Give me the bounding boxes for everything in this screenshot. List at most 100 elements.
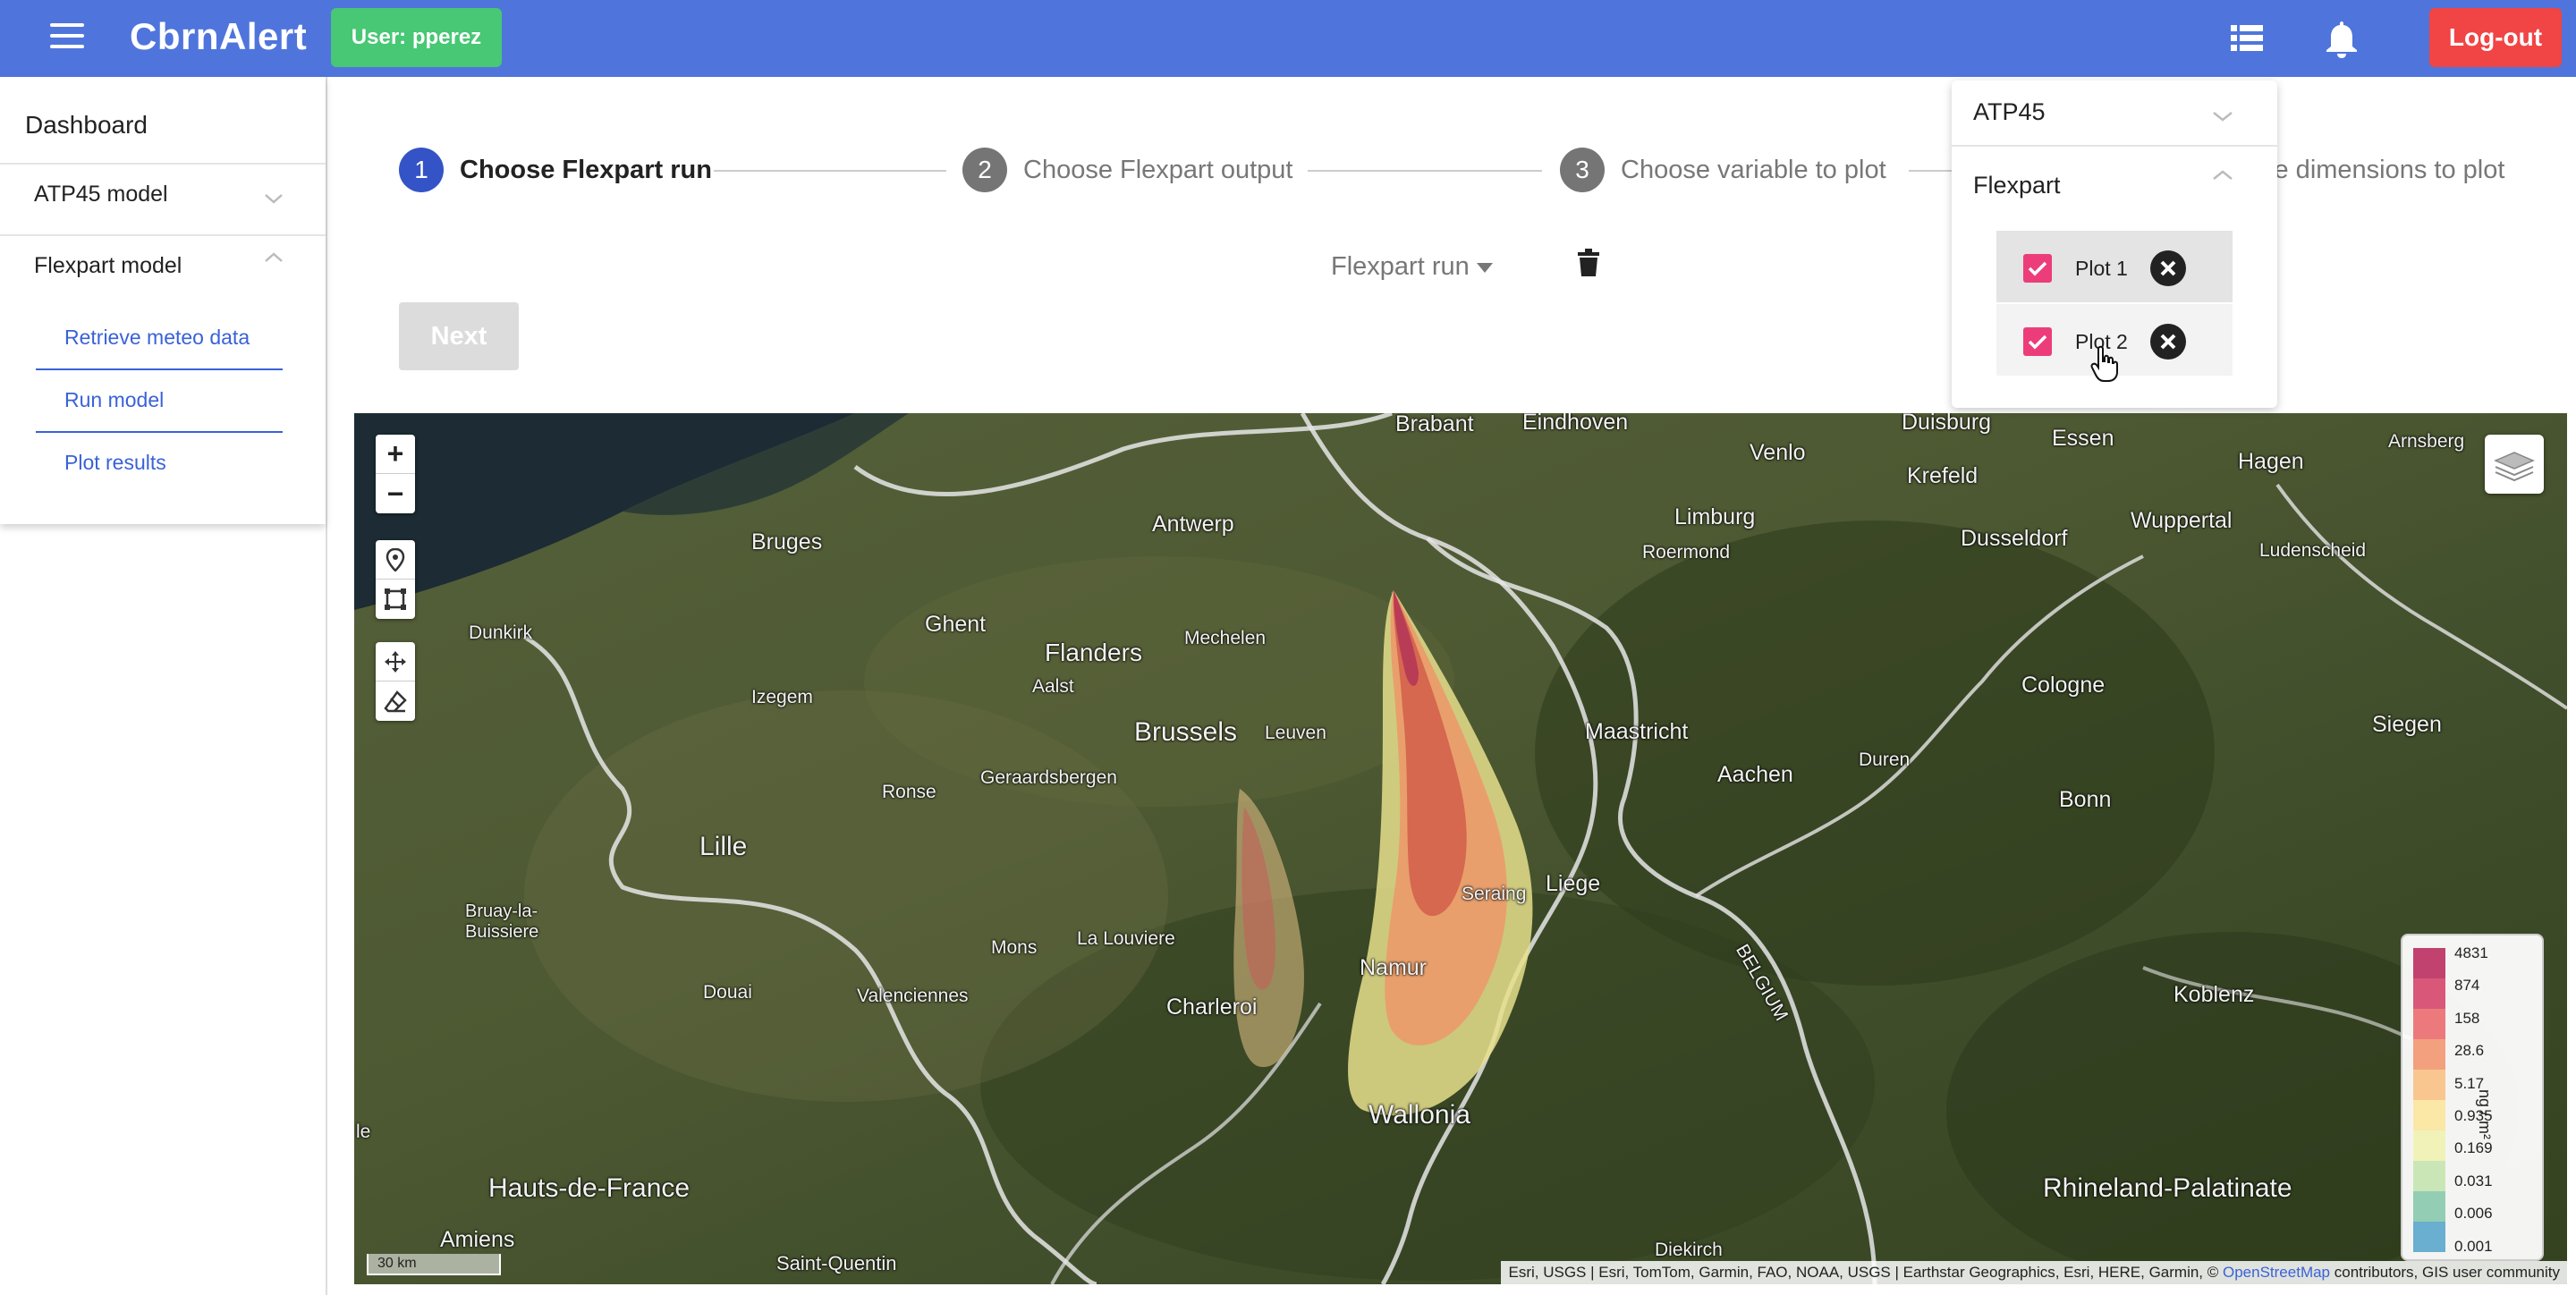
legend-label: 158 xyxy=(2454,1009,2480,1027)
sidebar-title: Dashboard xyxy=(25,111,148,139)
plot-checkbox[interactable] xyxy=(2023,254,2052,283)
legend-swatch xyxy=(2413,1070,2445,1100)
close-icon xyxy=(2160,260,2176,276)
attribution-tail: contributors, GIS user community xyxy=(2330,1264,2560,1281)
plot-item[interactable]: Plot 1 xyxy=(1996,231,2233,302)
sidebar: Dashboard ATP45 model Flexpart model Ret… xyxy=(0,77,327,1295)
map-label: Leuven xyxy=(1265,723,1326,743)
map-label: Hagen xyxy=(2238,449,2304,474)
step-1[interactable]: 1 Choose Flexpart run xyxy=(399,147,712,193)
map-label: Eindhoven xyxy=(1522,413,1629,435)
divider xyxy=(1952,145,2277,147)
map-label: Izegem xyxy=(751,687,813,707)
user-badge: User: pperez xyxy=(331,8,502,67)
map-label: Namur xyxy=(1360,955,1428,980)
sidebar-subitem-plot-results[interactable]: Plot results xyxy=(64,451,166,475)
map-label: Essen xyxy=(2052,426,2114,451)
step-3[interactable]: 3 Choose variable to plot xyxy=(1560,147,1886,193)
caret-down-icon xyxy=(1476,262,1493,273)
sidebar-item-atp45[interactable]: ATP45 model xyxy=(34,182,168,207)
chevron-up-icon[interactable] xyxy=(2211,168,2234,182)
flexpart-section-header[interactable]: Flexpart xyxy=(1973,172,2061,199)
remove-plot-button[interactable] xyxy=(2150,250,2186,286)
divider xyxy=(0,163,326,165)
trash-icon[interactable] xyxy=(1576,249,1601,277)
step-label: se dimensions to plot xyxy=(2261,155,2505,184)
step-4[interactable]: se dimensions to plot xyxy=(2261,147,2504,193)
move-icon xyxy=(385,650,406,673)
map-label: Aalst xyxy=(1032,676,1074,697)
marker-tool-button[interactable] xyxy=(376,540,415,580)
select-value: Flexpart run xyxy=(1331,252,1470,281)
map-label: Antwerp xyxy=(1152,512,1234,537)
legend-label: 0.006 xyxy=(2454,1205,2493,1223)
layers-button[interactable] xyxy=(2485,435,2544,494)
map-label: Rhineland-Palatinate xyxy=(2043,1173,2292,1203)
legend-label: 28.6 xyxy=(2454,1042,2485,1060)
atp45-section-header[interactable]: ATP45 xyxy=(1973,98,2046,126)
zoom-out-button[interactable]: − xyxy=(376,474,415,513)
map-label: La Louviere xyxy=(1077,928,1175,949)
map-label: Limburg xyxy=(1674,504,1756,529)
map-label: Diekirch xyxy=(1655,1240,1723,1260)
map-label: Mechelen xyxy=(1184,628,1267,648)
sidebar-subitem-retrieve-meteo[interactable]: Retrieve meteo data xyxy=(64,326,250,350)
zoom-control: + − xyxy=(376,435,415,513)
map-label: Krefeld xyxy=(1907,463,1979,488)
menu-icon[interactable] xyxy=(50,23,84,54)
map-label: Duren xyxy=(1859,749,1911,770)
map-label: Bruay-la- Buissiere xyxy=(465,901,539,942)
legend-label: 4831 xyxy=(2454,944,2488,961)
map-label: Saint-Quentin xyxy=(776,1252,897,1274)
map-label: Wuppertal xyxy=(2131,508,2233,533)
sidebar-subitem-run-model[interactable]: Run model xyxy=(64,388,164,412)
step-label: Choose Flexpart output xyxy=(1023,155,1293,184)
layers-icon xyxy=(2494,452,2535,482)
map-label: Venlo xyxy=(1750,440,1806,465)
map-label: Liege xyxy=(1546,871,1601,896)
chevron-down-icon[interactable] xyxy=(2211,109,2234,123)
map-background xyxy=(354,413,2567,1284)
map-label: Koblenz xyxy=(2174,982,2255,1007)
legend-swatch xyxy=(2413,1039,2445,1070)
map-label: Brussels xyxy=(1134,717,1238,747)
chevron-down-icon[interactable] xyxy=(263,191,284,206)
step-2[interactable]: 2 Choose Flexpart output xyxy=(962,147,1292,193)
openstreetmap-link[interactable]: OpenStreetMap xyxy=(2223,1264,2330,1281)
color-legend: 4831 874 158 28.6 5.17 0.935 0.169 0.031 0.006 0.… xyxy=(2401,934,2544,1261)
divider xyxy=(36,368,283,370)
legend-swatch xyxy=(2413,978,2445,1009)
zoom-in-button[interactable]: + xyxy=(376,435,415,474)
step-number: 3 xyxy=(1560,148,1605,192)
attribution-text: Esri, USGS | Esri, TomTom, Garmin, FAO, … xyxy=(1508,1264,2223,1281)
map-label: Maastricht xyxy=(1585,719,1689,744)
map[interactable]: Brabant Eindhoven Venlo Duisburg Essen A… xyxy=(354,413,2567,1284)
map-label: Mons xyxy=(991,937,1038,958)
scale-bar: 30 km xyxy=(367,1254,501,1275)
move-tool-button[interactable] xyxy=(376,642,415,681)
erase-tool-button[interactable] xyxy=(376,681,415,721)
chevron-up-icon[interactable] xyxy=(263,250,284,265)
map-label: Cologne xyxy=(2021,673,2106,698)
logout-button[interactable]: Log-out xyxy=(2429,8,2562,67)
bell-icon[interactable] xyxy=(2324,20,2360,59)
map-label: Amiens xyxy=(440,1227,515,1252)
next-button[interactable]: Next xyxy=(399,302,519,370)
step-number: 1 xyxy=(399,148,444,192)
step-connector xyxy=(1909,170,1952,172)
edit-control xyxy=(376,642,415,721)
plot-checkbox[interactable] xyxy=(2023,327,2052,356)
legend-unit: ng / m² xyxy=(2476,1089,2494,1140)
flexpart-run-select[interactable]: Flexpart run xyxy=(1331,252,1493,282)
map-label: Bonn xyxy=(2059,787,2112,812)
check-icon xyxy=(2028,334,2047,350)
map-label: Dusseldorf xyxy=(1961,526,2068,551)
rectangle-tool-button[interactable] xyxy=(376,580,415,619)
map-label: Dunkirk xyxy=(469,622,533,643)
sidebar-item-flexpart[interactable]: Flexpart model xyxy=(34,253,182,279)
map-label: Seraing xyxy=(1462,884,1527,904)
top-bar: CbrnAlert User: pperez Log-out xyxy=(0,0,2576,77)
list-icon[interactable] xyxy=(2231,25,2263,52)
remove-plot-button[interactable] xyxy=(2150,324,2186,360)
draw-control xyxy=(376,540,415,619)
